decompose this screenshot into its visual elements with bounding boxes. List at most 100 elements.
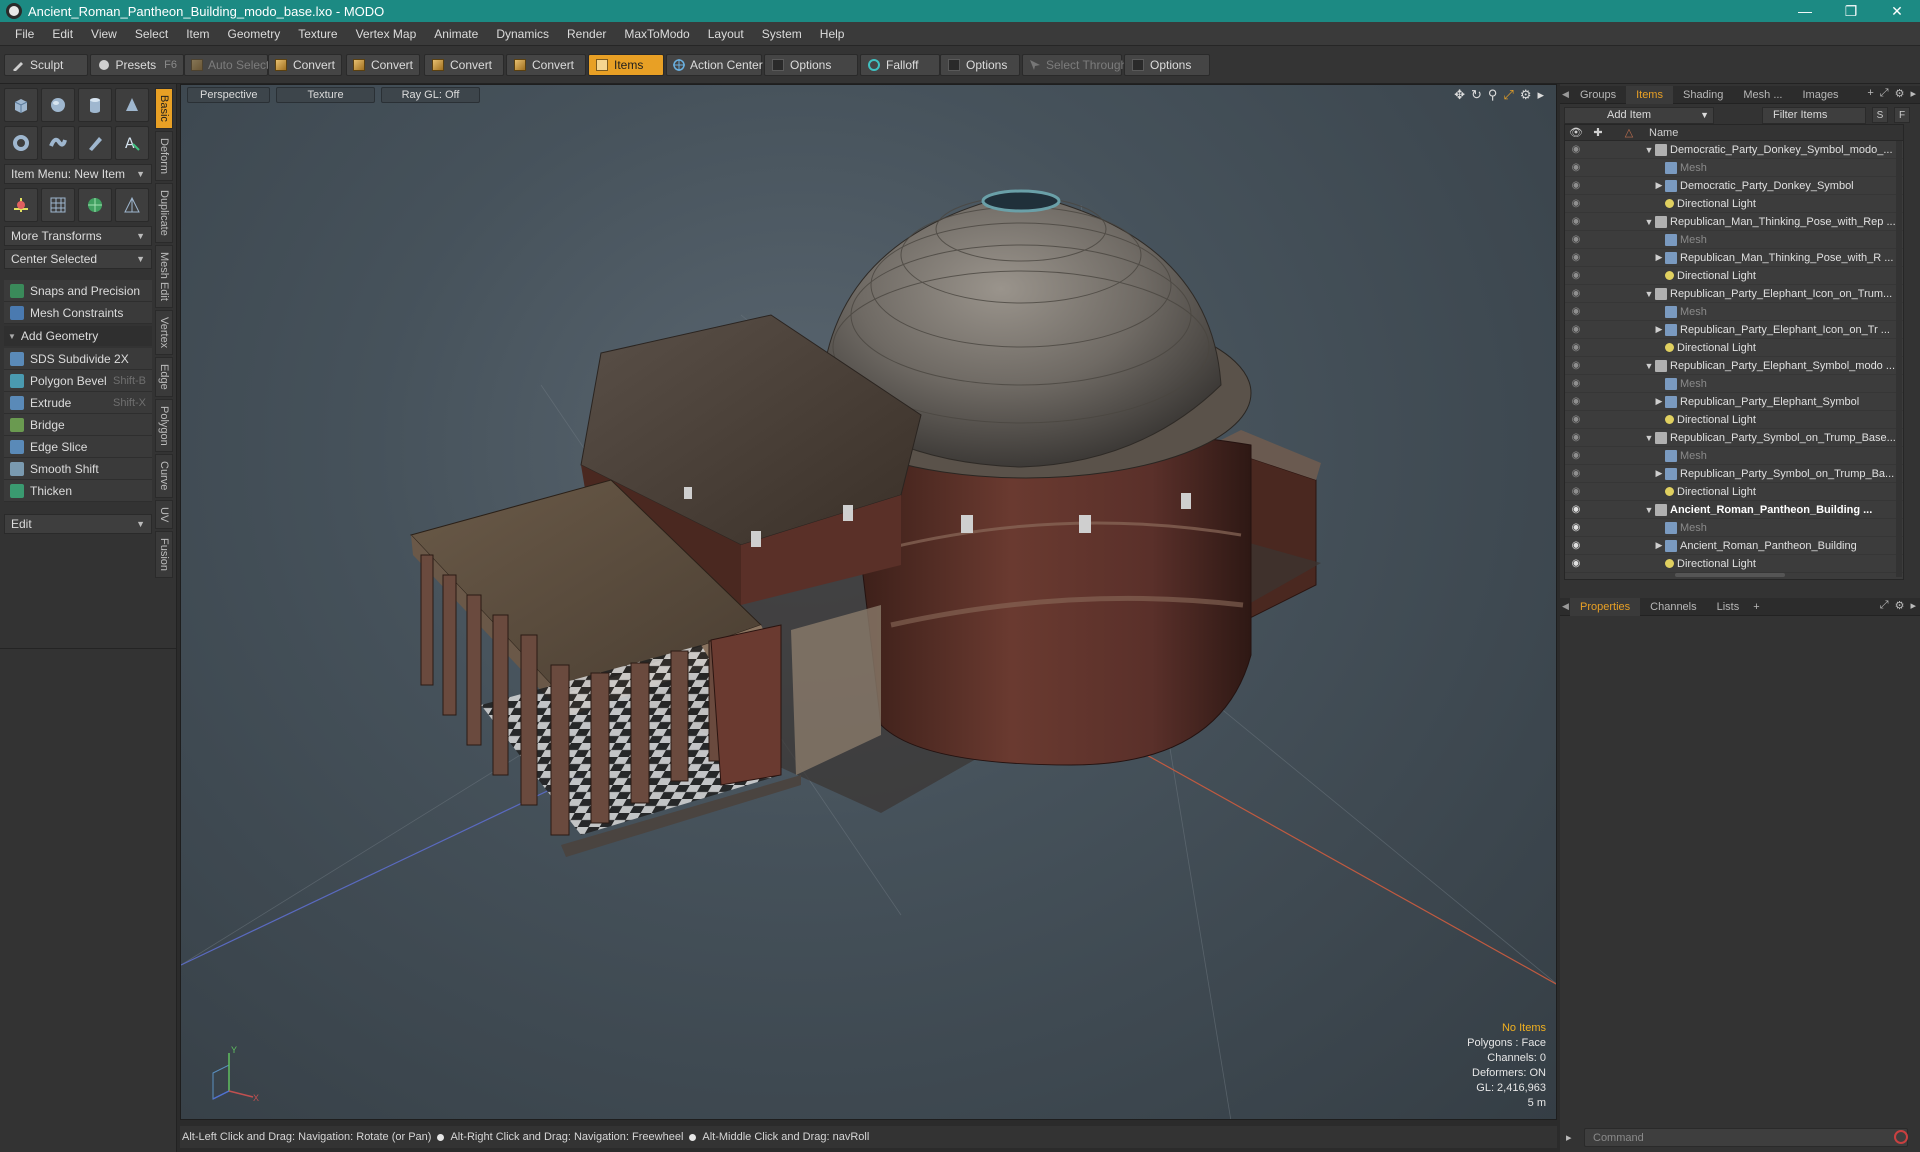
settings-gear-icon[interactable]: ⚙ — [1520, 87, 1532, 103]
menu-edit[interactable]: Edit — [43, 22, 82, 46]
tree-row[interactable]: ◉ Directional Light — [1565, 555, 1903, 573]
visibility-eye-icon[interactable]: ◉ — [1565, 159, 1587, 177]
convert-button-1[interactable]: Convert — [268, 54, 342, 76]
globe-icon[interactable] — [78, 188, 112, 222]
lock-toggle[interactable] — [1587, 411, 1609, 429]
add-tab-icon[interactable]: + — [1749, 598, 1763, 616]
visibility-eye-icon[interactable]: ◉ — [1565, 447, 1587, 465]
tool-sds-subdivide-2x[interactable]: SDS Subdivide 2X — [4, 348, 152, 370]
lock-toggle[interactable] — [1587, 393, 1609, 411]
expand-arrow-icon[interactable]: ▶ — [1653, 324, 1665, 335]
visibility-eye-icon[interactable]: ◉ — [1565, 267, 1587, 285]
lock-toggle[interactable] — [1587, 141, 1609, 159]
add-geometry-header[interactable]: ▼ Add Geometry — [4, 326, 152, 346]
tree-row[interactable]: ◉ ▼ Republican_Party_Elephant_Icon_on_Trum… — [1565, 285, 1903, 303]
visibility-eye-icon[interactable]: ◉ — [1565, 141, 1587, 159]
lock-toggle[interactable] — [1587, 519, 1609, 537]
tool-edge-slice[interactable]: Edge Slice — [4, 436, 152, 458]
tree-row[interactable]: ◉ ▼ Republican_Party_Elephant_Symbol_modo … — [1565, 357, 1903, 375]
tree-row[interactable]: ◉ ▶ Republican_Party_Elephant_Symbol — [1565, 393, 1903, 411]
command-input[interactable]: Command — [1584, 1128, 1908, 1147]
visibility-eye-icon[interactable]: ◉ — [1565, 375, 1587, 393]
visibility-eye-icon[interactable]: ◉ — [1565, 357, 1587, 375]
tube-primitive-icon[interactable] — [41, 126, 75, 160]
cone-primitive-icon[interactable] — [115, 88, 149, 122]
tab-groups[interactable]: Groups — [1570, 86, 1626, 104]
tree-row[interactable]: ◉ ▼ Republican_Man_Thinking_Pose_with_Rep … — [1565, 213, 1903, 231]
vtab-mesh-edit[interactable]: Mesh Edit — [155, 244, 173, 308]
pen-tool-icon[interactable] — [78, 126, 112, 160]
tool-extrude[interactable]: Extrude Shift-X — [4, 392, 152, 414]
auto-select-button[interactable]: Auto Select — [184, 54, 269, 76]
vtab-edge[interactable]: Edge — [155, 356, 173, 397]
snaps-precision-button[interactable]: Snaps and Precision — [4, 280, 152, 302]
tree-scrollbar[interactable] — [1896, 141, 1902, 577]
tree-row[interactable]: ◉ Mesh — [1565, 303, 1903, 321]
menu-help[interactable]: Help — [811, 22, 854, 46]
lock-toggle[interactable] — [1587, 483, 1609, 501]
select-through-button[interactable]: Select Through — [1022, 54, 1127, 76]
cube-primitive-icon[interactable] — [4, 88, 38, 122]
filter-s-button[interactable]: S — [1872, 107, 1888, 123]
tree-row[interactable]: ◉ ▶ Ancient_Roman_Pantheon_Building — [1565, 537, 1903, 555]
menu-item[interactable]: Item — [177, 22, 218, 46]
rotate-view-icon[interactable]: ↻ — [1471, 87, 1482, 103]
lock-toggle[interactable] — [1587, 375, 1609, 393]
cylinder-primitive-icon[interactable] — [78, 88, 112, 122]
expand-arrow-icon[interactable]: ▶ — [1653, 396, 1665, 407]
expand-arrow-icon[interactable]: ▼ — [1643, 433, 1655, 443]
tree-row[interactable]: ◉ ▶ Republican_Party_Symbol_on_Trump_Ba... — [1565, 465, 1903, 483]
visibility-eye-icon[interactable]: ◉ — [1565, 177, 1587, 195]
menu-geometry[interactable]: Geometry — [219, 22, 290, 46]
add-tab-icon[interactable]: + — [1867, 87, 1873, 100]
visibility-eye-icon[interactable]: ◉ — [1565, 231, 1587, 249]
item-menu-dropdown[interactable]: Item Menu: New Item ▼ — [4, 164, 152, 184]
menu-render[interactable]: Render — [558, 22, 615, 46]
tree-row[interactable]: ◉ ▼ Democratic_Party_Donkey_Symbol_modo_..… — [1565, 141, 1903, 159]
vtab-curve[interactable]: Curve — [155, 454, 173, 498]
more-transforms-dropdown[interactable]: More Transforms ▼ — [4, 226, 152, 246]
lock-toggle[interactable] — [1587, 267, 1609, 285]
visibility-eye-icon[interactable]: ◉ — [1565, 483, 1587, 501]
expand-arrow-icon[interactable]: ▼ — [1643, 361, 1655, 371]
pyramid-icon[interactable] — [115, 188, 149, 222]
convert-button-3[interactable]: Convert — [424, 54, 504, 76]
expand-arrow-icon[interactable]: ▼ — [1643, 289, 1655, 299]
visibility-eye-icon[interactable]: ◉ — [1565, 465, 1587, 483]
menu-maxtomodo[interactable]: MaxToModo — [615, 22, 698, 46]
tool-smooth-shift[interactable]: Smooth Shift — [4, 458, 152, 480]
lock-toggle[interactable] — [1587, 285, 1609, 303]
options-button-2[interactable]: Options — [940, 54, 1020, 76]
ray-gl-tab[interactable]: Ray GL: Off — [380, 87, 481, 103]
lock-toggle[interactable] — [1587, 159, 1609, 177]
menu-view[interactable]: View — [82, 22, 126, 46]
sphere-primitive-icon[interactable] — [41, 88, 75, 122]
lock-toggle[interactable] — [1587, 339, 1609, 357]
expand-arrow-icon[interactable]: ▶ — [1653, 540, 1665, 551]
lock-toggle[interactable] — [1587, 357, 1609, 375]
presets-button[interactable]: Presets F6 — [90, 54, 184, 76]
tree-row[interactable]: ◉ ▶ Republican_Party_Elephant_Icon_on_Tr .… — [1565, 321, 1903, 339]
options-button-3[interactable]: Options — [1124, 54, 1210, 76]
expand-arrow-icon[interactable]: ▼ — [1643, 505, 1655, 515]
items-mode-button[interactable]: Items — [588, 54, 664, 76]
add-item-dropdown[interactable]: Add Item ▼ — [1564, 106, 1714, 124]
tab-channels[interactable]: Channels — [1640, 598, 1706, 616]
tree-row[interactable]: ◉ Directional Light — [1565, 339, 1903, 357]
menu-texture[interactable]: Texture — [289, 22, 346, 46]
settings-gear-icon[interactable]: ⚙ — [1895, 87, 1905, 100]
tree-row[interactable]: ◉ Mesh — [1565, 519, 1903, 537]
move-view-icon[interactable]: ✥ — [1454, 87, 1465, 103]
texture-tab[interactable]: Texture — [276, 87, 375, 103]
tree-row[interactable]: ◉ Directional Light — [1565, 483, 1903, 501]
visibility-eye-icon[interactable]: ◉ — [1565, 555, 1587, 573]
lock-toggle[interactable] — [1587, 465, 1609, 483]
tab-images[interactable]: Images — [1792, 86, 1848, 104]
tree-row[interactable]: ◉ ▶ Democratic_Party_Donkey_Symbol — [1565, 177, 1903, 195]
lock-toggle[interactable] — [1587, 231, 1609, 249]
menu-file[interactable]: File — [6, 22, 43, 46]
lock-toggle[interactable] — [1587, 177, 1609, 195]
lock-toggle[interactable] — [1587, 447, 1609, 465]
action-center-button[interactable]: Action Center — [666, 54, 763, 76]
vtab-vertex[interactable]: Vertex — [155, 309, 173, 355]
